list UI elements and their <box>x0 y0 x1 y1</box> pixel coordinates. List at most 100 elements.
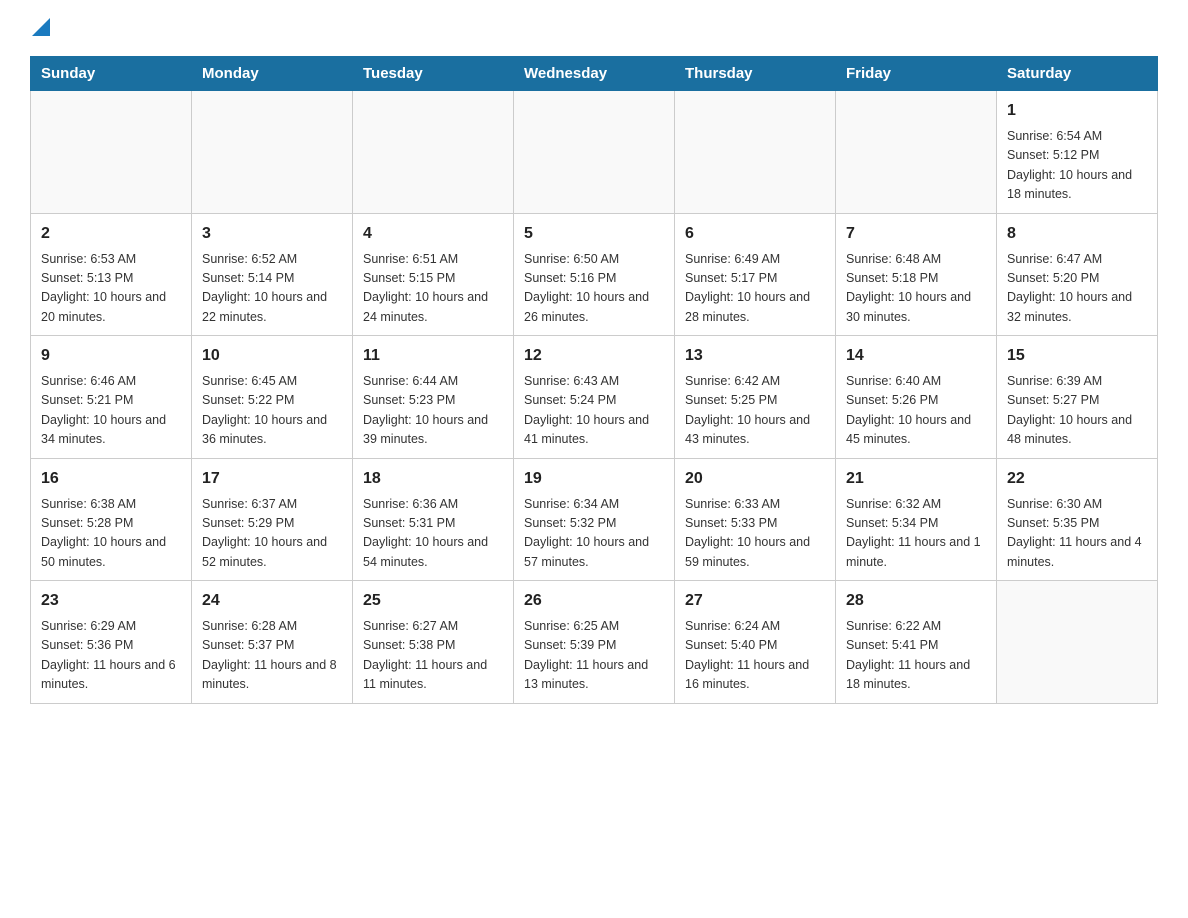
calendar-cell: 9 Sunrise: 6:46 AMSunset: 5:21 PMDaylight… <box>31 336 192 459</box>
day-info: Sunrise: 6:25 AMSunset: 5:39 PMDaylight:… <box>524 617 664 695</box>
weekday-header-wednesday: Wednesday <box>514 57 675 91</box>
day-info: Sunrise: 6:51 AMSunset: 5:15 PMDaylight:… <box>363 250 503 328</box>
calendar-cell: 16 Sunrise: 6:38 AMSunset: 5:28 PMDayligh… <box>31 458 192 581</box>
day-info: Sunrise: 6:22 AMSunset: 5:41 PMDaylight:… <box>846 617 986 695</box>
calendar-cell: 6 Sunrise: 6:49 AMSunset: 5:17 PMDaylight… <box>675 213 836 336</box>
calendar-cell: 17 Sunrise: 6:37 AMSunset: 5:29 PMDayligh… <box>192 458 353 581</box>
week-row-2: 2 Sunrise: 6:53 AMSunset: 5:13 PMDaylight… <box>31 213 1158 336</box>
calendar-cell: 10 Sunrise: 6:45 AMSunset: 5:22 PMDayligh… <box>192 336 353 459</box>
calendar-cell: 5 Sunrise: 6:50 AMSunset: 5:16 PMDaylight… <box>514 213 675 336</box>
logo <box>30 20 50 36</box>
day-number: 4 <box>363 222 503 246</box>
calendar-cell: 28 Sunrise: 6:22 AMSunset: 5:41 PMDayligh… <box>836 581 997 704</box>
day-info: Sunrise: 6:27 AMSunset: 5:38 PMDaylight:… <box>363 617 503 695</box>
logo-triangle-icon <box>32 18 50 36</box>
calendar-cell: 22Sunrise: 6:30 AMSunset: 5:35 PMDayligh… <box>997 458 1158 581</box>
day-number: 17 <box>202 467 342 491</box>
day-info: Sunrise: 6:39 AMSunset: 5:27 PMDaylight:… <box>1007 372 1147 450</box>
weekday-header-friday: Friday <box>836 57 997 91</box>
calendar-cell: 15 Sunrise: 6:39 AMSunset: 5:27 PMDayligh… <box>997 336 1158 459</box>
calendar-cell: 21 Sunrise: 6:32 AMSunset: 5:34 PMDayligh… <box>836 458 997 581</box>
day-number: 2 <box>41 222 181 246</box>
calendar-cell: 24 Sunrise: 6:28 AMSunset: 5:37 PMDayligh… <box>192 581 353 704</box>
day-number: 11 <box>363 344 503 368</box>
day-number: 22 <box>1007 467 1147 491</box>
calendar-cell: 1 Sunrise: 6:54 AMSunset: 5:12 PMDaylight… <box>997 91 1158 214</box>
day-info: Sunrise: 6:29 AMSunset: 5:36 PMDaylight:… <box>41 617 181 695</box>
calendar-cell: 19Sunrise: 6:34 AMSunset: 5:32 PMDayligh… <box>514 458 675 581</box>
calendar-cell: 18 Sunrise: 6:36 AMSunset: 5:31 PMDayligh… <box>353 458 514 581</box>
calendar-cell: 20 Sunrise: 6:33 AMSunset: 5:33 PMDayligh… <box>675 458 836 581</box>
calendar-cell <box>353 91 514 214</box>
day-info: Sunrise: 6:33 AMSunset: 5:33 PMDaylight:… <box>685 495 825 573</box>
day-number: 10 <box>202 344 342 368</box>
week-row-3: 9 Sunrise: 6:46 AMSunset: 5:21 PMDaylight… <box>31 336 1158 459</box>
day-info: Sunrise: 6:45 AMSunset: 5:22 PMDaylight:… <box>202 372 342 450</box>
day-info: Sunrise: 6:24 AMSunset: 5:40 PMDaylight:… <box>685 617 825 695</box>
weekday-header-saturday: Saturday <box>997 57 1158 91</box>
day-info: Sunrise: 6:49 AMSunset: 5:17 PMDaylight:… <box>685 250 825 328</box>
week-row-5: 23 Sunrise: 6:29 AMSunset: 5:36 PMDayligh… <box>31 581 1158 704</box>
week-row-4: 16 Sunrise: 6:38 AMSunset: 5:28 PMDayligh… <box>31 458 1158 581</box>
day-number: 16 <box>41 467 181 491</box>
calendar-cell <box>997 581 1158 704</box>
day-number: 20 <box>685 467 825 491</box>
day-number: 21 <box>846 467 986 491</box>
day-number: 28 <box>846 589 986 613</box>
day-info: Sunrise: 6:50 AMSunset: 5:16 PMDaylight:… <box>524 250 664 328</box>
day-info: Sunrise: 6:48 AMSunset: 5:18 PMDaylight:… <box>846 250 986 328</box>
day-info: Sunrise: 6:53 AMSunset: 5:13 PMDaylight:… <box>41 250 181 328</box>
calendar-cell <box>836 91 997 214</box>
day-info: Sunrise: 6:32 AMSunset: 5:34 PMDaylight:… <box>846 495 986 573</box>
day-number: 13 <box>685 344 825 368</box>
weekday-header-monday: Monday <box>192 57 353 91</box>
calendar-cell <box>514 91 675 214</box>
day-info: Sunrise: 6:44 AMSunset: 5:23 PMDaylight:… <box>363 372 503 450</box>
calendar-cell: 11 Sunrise: 6:44 AMSunset: 5:23 PMDayligh… <box>353 336 514 459</box>
day-number: 24 <box>202 589 342 613</box>
day-number: 3 <box>202 222 342 246</box>
calendar-cell <box>192 91 353 214</box>
day-info: Sunrise: 6:54 AMSunset: 5:12 PMDaylight:… <box>1007 127 1147 205</box>
day-number: 8 <box>1007 222 1147 246</box>
weekday-header-thursday: Thursday <box>675 57 836 91</box>
calendar-cell: 3 Sunrise: 6:52 AMSunset: 5:14 PMDaylight… <box>192 213 353 336</box>
day-info: Sunrise: 6:40 AMSunset: 5:26 PMDaylight:… <box>846 372 986 450</box>
day-number: 26 <box>524 589 664 613</box>
day-number: 6 <box>685 222 825 246</box>
day-number: 15 <box>1007 344 1147 368</box>
day-number: 19 <box>524 467 664 491</box>
day-number: 27 <box>685 589 825 613</box>
calendar-cell: 14Sunrise: 6:40 AMSunset: 5:26 PMDayligh… <box>836 336 997 459</box>
day-info: Sunrise: 6:43 AMSunset: 5:24 PMDaylight:… <box>524 372 664 450</box>
calendar-cell: 26 Sunrise: 6:25 AMSunset: 5:39 PMDayligh… <box>514 581 675 704</box>
day-info: Sunrise: 6:38 AMSunset: 5:28 PMDaylight:… <box>41 495 181 573</box>
calendar-cell: 12Sunrise: 6:43 AMSunset: 5:24 PMDayligh… <box>514 336 675 459</box>
day-number: 5 <box>524 222 664 246</box>
weekday-header-row: SundayMondayTuesdayWednesdayThursdayFrid… <box>31 57 1158 91</box>
calendar-cell <box>31 91 192 214</box>
day-info: Sunrise: 6:52 AMSunset: 5:14 PMDaylight:… <box>202 250 342 328</box>
day-info: Sunrise: 6:42 AMSunset: 5:25 PMDaylight:… <box>685 372 825 450</box>
page-header <box>30 20 1158 36</box>
calendar-cell: 4 Sunrise: 6:51 AMSunset: 5:15 PMDaylight… <box>353 213 514 336</box>
day-info: Sunrise: 6:37 AMSunset: 5:29 PMDaylight:… <box>202 495 342 573</box>
day-number: 18 <box>363 467 503 491</box>
calendar-cell: 23 Sunrise: 6:29 AMSunset: 5:36 PMDayligh… <box>31 581 192 704</box>
day-number: 1 <box>1007 99 1147 123</box>
calendar-table: SundayMondayTuesdayWednesdayThursdayFrid… <box>30 56 1158 704</box>
calendar-cell: 25 Sunrise: 6:27 AMSunset: 5:38 PMDayligh… <box>353 581 514 704</box>
calendar-cell: 27 Sunrise: 6:24 AMSunset: 5:40 PMDayligh… <box>675 581 836 704</box>
calendar-cell <box>675 91 836 214</box>
day-number: 9 <box>41 344 181 368</box>
day-info: Sunrise: 6:47 AMSunset: 5:20 PMDaylight:… <box>1007 250 1147 328</box>
day-number: 7 <box>846 222 986 246</box>
day-info: Sunrise: 6:36 AMSunset: 5:31 PMDaylight:… <box>363 495 503 573</box>
day-info: Sunrise: 6:46 AMSunset: 5:21 PMDaylight:… <box>41 372 181 450</box>
calendar-cell: 2 Sunrise: 6:53 AMSunset: 5:13 PMDaylight… <box>31 213 192 336</box>
day-info: Sunrise: 6:28 AMSunset: 5:37 PMDaylight:… <box>202 617 342 695</box>
calendar-cell: 7 Sunrise: 6:48 AMSunset: 5:18 PMDaylight… <box>836 213 997 336</box>
day-number: 25 <box>363 589 503 613</box>
calendar-cell: 13 Sunrise: 6:42 AMSunset: 5:25 PMDayligh… <box>675 336 836 459</box>
day-number: 23 <box>41 589 181 613</box>
